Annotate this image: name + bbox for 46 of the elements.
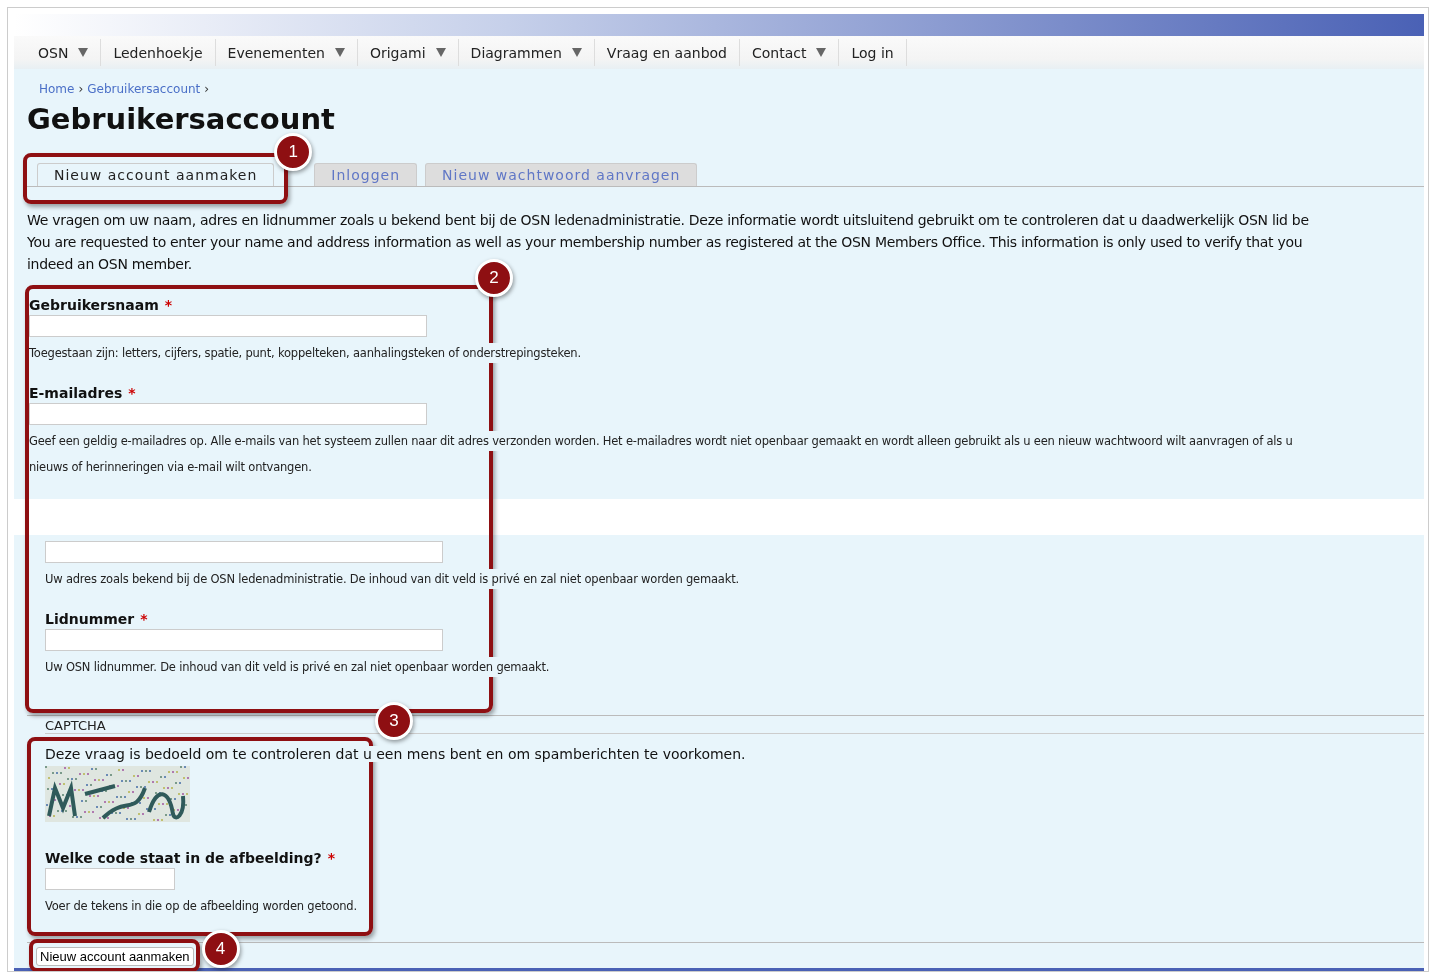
field-description: Uw OSN lidnummer. De inhoud van dit veld is privé en zal niet openbaar worden gemaakt. — [45, 657, 550, 677]
field-label: Lidnummer — [45, 611, 135, 627]
step-number-badge: 1 — [274, 133, 313, 171]
field-description: Toegestaan zijn: letters, cijfers, spatie, punt, koppelteken, aanhalingsteken of onderstrepingsteken. — [29, 343, 581, 363]
field-label: Gebruikersnaam — [29, 297, 159, 313]
field-label: Welke code staat in de afbeelding? — [45, 850, 322, 866]
intro-text: We vragen om uw naam, adres en lidnummer zoals u bekend bent bij de OSN ledenadministratie. Deze informatie wordt uitsluitend gebruikt om te controleren dat u daadwerkelijk OSN lid be — [27, 211, 1310, 230]
step-number-badge: 3 — [375, 702, 413, 740]
breadcrumb-link[interactable]: Home — [39, 82, 75, 96]
intro-text: You are requested to enter your name and address information as well as your membership number as registered at the OSN Members Office. This information is only used to verify that you — [27, 233, 1304, 252]
text-input-field[interactable] — [45, 541, 443, 563]
required-mark: * — [140, 611, 148, 627]
nav-menu-item[interactable]: OSN — [26, 39, 102, 66]
required-mark: * — [164, 297, 173, 313]
breadcrumb-separator: › — [78, 82, 84, 96]
step-number-badge: 4 — [201, 930, 240, 968]
required-mark: * — [128, 385, 136, 401]
required-mark: * — [327, 850, 335, 866]
captcha-input-field[interactable] — [45, 868, 175, 890]
nav-menu-item[interactable]: Log in — [839, 39, 907, 66]
nav-menu-item[interactable]: Ledenhoekje — [101, 39, 216, 66]
dropdown-triangle-icon[interactable] — [78, 48, 89, 57]
field-label: E-mailadres — [29, 385, 123, 401]
create-account-button[interactable]: Nieuw account aanmaken — [36, 947, 194, 966]
tab[interactable]: Nieuw account aanmaken — [37, 163, 275, 186]
nav-menu-item[interactable]: Contact — [740, 39, 840, 66]
breadcrumb-link[interactable]: Gebruikersaccount — [87, 82, 201, 96]
field-description: nieuws of herinneringen via e-mail wilt ontvangen. — [29, 457, 312, 477]
page-title: Gebruikersaccount — [27, 103, 336, 135]
intro-text: indeed an OSN member. — [27, 255, 193, 274]
text-input-field[interactable] — [29, 403, 427, 425]
text-input-field[interactable] — [45, 629, 443, 651]
field-description: Uw adres zoals bekend bij de OSN ledenadministratie. De inhoud van dit veld is privé en zal niet openbaar worden gemaakt. — [45, 569, 739, 589]
field-description: Geef een geldig e-mailadres op. Alle e-mails van het systeem zullen naar dit adres verzonden worden. Het e-mailadres wordt niet openbaar gemaakt en wordt alleen gebruikt als u een nieuw wachtwoord wilt aanvragen of als u — [29, 431, 1293, 451]
captcha-explanation: Deze vraag is bedoeld om te controleren dat u een mens bent en om spamberichten te voorkomen. — [45, 746, 746, 762]
nav-menu-item[interactable]: Evenementen — [215, 39, 358, 66]
nav-menu-item[interactable]: Origami — [357, 39, 459, 66]
breadcrumb-separator: › — [204, 82, 210, 96]
step-number-badge: 2 — [475, 259, 513, 297]
nav-menu-item[interactable]: Diagrammen — [458, 39, 595, 66]
nav-menu-item[interactable]: Vraag en aanbod — [594, 39, 740, 66]
dropdown-triangle-icon[interactable] — [816, 48, 827, 57]
dropdown-triangle-icon[interactable] — [435, 48, 446, 57]
dropdown-triangle-icon[interactable] — [334, 48, 345, 57]
dropdown-triangle-icon[interactable] — [571, 48, 582, 57]
text-input-field[interactable] — [29, 315, 427, 337]
